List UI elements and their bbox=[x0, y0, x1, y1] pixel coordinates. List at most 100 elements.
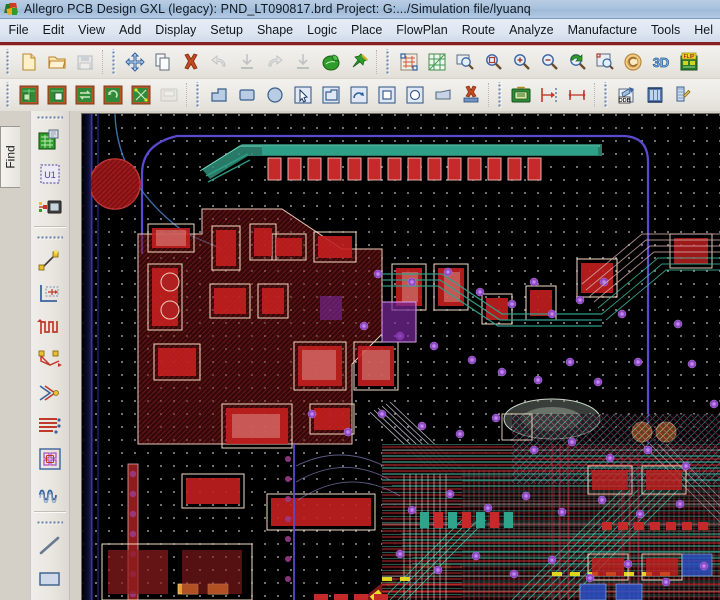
zoom-in-button[interactable] bbox=[508, 49, 534, 75]
place-swap-button[interactable] bbox=[72, 82, 98, 108]
toolbar2-grip[interactable] bbox=[6, 82, 13, 108]
palette-delay-tune-button[interactable] bbox=[34, 311, 66, 343]
palette-add-connect-button[interactable] bbox=[34, 245, 66, 277]
menu-shape[interactable]: Shape bbox=[250, 21, 300, 40]
zoom-out-button[interactable] bbox=[536, 49, 562, 75]
odb-export-button[interactable]: ODB bbox=[614, 82, 640, 108]
palette-add-line-button[interactable] bbox=[34, 530, 66, 562]
menu-manufacture[interactable]: Manufacture bbox=[561, 21, 644, 40]
zoom-by-points-button[interactable] bbox=[452, 49, 478, 75]
toolbar-grip-3[interactable] bbox=[386, 49, 393, 75]
zoom-previous-button[interactable] bbox=[564, 49, 590, 75]
svg-text:U1: U1 bbox=[44, 170, 56, 180]
place-update-button[interactable] bbox=[100, 82, 126, 108]
constraint-manager-button[interactable] bbox=[508, 82, 534, 108]
window-title: Allegro PCB Design GXL (legacy): PND_LT0… bbox=[24, 2, 531, 16]
svg-text:ODB: ODB bbox=[619, 98, 631, 104]
menu-help[interactable]: Hel bbox=[687, 21, 720, 40]
save-file-button[interactable] bbox=[72, 49, 98, 75]
pcb-artwork bbox=[82, 114, 720, 600]
dimension-single-button[interactable] bbox=[536, 82, 562, 108]
palette-add-rectangle-button[interactable] bbox=[34, 563, 66, 595]
shape-void-rect-button[interactable] bbox=[374, 82, 400, 108]
palette-group-route bbox=[31, 231, 69, 508]
refresh-down-button[interactable] bbox=[290, 49, 316, 75]
menu-setup[interactable]: Setup bbox=[203, 21, 250, 40]
palette-grip-1[interactable] bbox=[37, 116, 63, 123]
place-autoplace-button[interactable] bbox=[128, 82, 154, 108]
shape-edit-boundary-button[interactable] bbox=[346, 82, 372, 108]
menu-edit[interactable]: Edit bbox=[36, 21, 72, 40]
palette-grip-2[interactable] bbox=[37, 236, 63, 243]
place-replicate-button[interactable] bbox=[156, 82, 182, 108]
undo-button[interactable] bbox=[206, 49, 232, 75]
palette-grip-3[interactable] bbox=[37, 521, 63, 528]
toolbar2-grip-2[interactable] bbox=[196, 82, 203, 108]
palette-assign-netname-button[interactable] bbox=[34, 191, 66, 223]
redo-down-button[interactable] bbox=[234, 49, 260, 75]
toolbar2-grip-4[interactable] bbox=[604, 82, 611, 108]
pcb-design-canvas[interactable] bbox=[82, 114, 720, 600]
canvas-container bbox=[71, 111, 720, 600]
delete-button[interactable] bbox=[178, 49, 204, 75]
palette-contour-button[interactable] bbox=[34, 443, 66, 475]
svg-text:FLIP: FLIP bbox=[684, 54, 695, 60]
menu-display[interactable]: Display bbox=[148, 21, 203, 40]
shape-compose-button[interactable] bbox=[318, 82, 344, 108]
dimension-double-button[interactable] bbox=[564, 82, 590, 108]
find-panel-tab[interactable]: Find bbox=[0, 126, 20, 188]
shape-circle-button[interactable] bbox=[262, 82, 288, 108]
shape-rectangle-button[interactable] bbox=[234, 82, 260, 108]
move-button[interactable] bbox=[122, 49, 148, 75]
film-control-button[interactable] bbox=[642, 82, 668, 108]
flip-design-button[interactable]: FLIP bbox=[676, 49, 702, 75]
new-file-button[interactable] bbox=[16, 49, 42, 75]
view-3d-button[interactable]: 3D bbox=[648, 49, 674, 75]
redo-button[interactable] bbox=[262, 49, 288, 75]
palette-spread-between-button[interactable] bbox=[34, 476, 66, 508]
palette-group-draw: abc abc bbox=[31, 516, 69, 600]
main-toolbar: 3D FLIP bbox=[0, 45, 720, 78]
menu-add[interactable]: Add bbox=[112, 21, 148, 40]
allegro-logo-icon bbox=[4, 2, 20, 17]
zoom-selection-button[interactable] bbox=[480, 49, 506, 75]
shape-void-circle-button[interactable] bbox=[402, 82, 428, 108]
menu-route[interactable]: Route bbox=[455, 21, 502, 40]
board-left-edge bbox=[82, 114, 91, 600]
menu-tools[interactable]: Tools bbox=[644, 21, 687, 40]
color-button[interactable] bbox=[318, 49, 344, 75]
place-manual-button[interactable] bbox=[16, 82, 42, 108]
menu-bar: File Edit View Add Display Setup Shape L… bbox=[0, 19, 720, 42]
palette-add-text-button[interactable]: abc bbox=[34, 596, 66, 600]
palette-symbol-u1-button[interactable]: U1 bbox=[34, 158, 66, 190]
open-file-button[interactable] bbox=[44, 49, 70, 75]
shape-select-button[interactable] bbox=[290, 82, 316, 108]
pushpin-button[interactable] bbox=[346, 49, 372, 75]
toolbar-grip[interactable] bbox=[6, 49, 13, 75]
menu-place[interactable]: Place bbox=[344, 21, 389, 40]
shape-void-polygon-button[interactable] bbox=[430, 82, 456, 108]
left-tool-palette: U1 bbox=[30, 111, 70, 600]
drill-legend-button[interactable] bbox=[670, 82, 696, 108]
toolbar2-grip-3[interactable] bbox=[498, 82, 505, 108]
zoom-fit-button[interactable] bbox=[396, 49, 422, 75]
menu-flowplan[interactable]: FlowPlan bbox=[389, 21, 454, 40]
zoom-world-button[interactable] bbox=[424, 49, 450, 75]
shape-delete-void-button[interactable] bbox=[458, 82, 484, 108]
title-bar: Allegro PCB Design GXL (legacy): PND_LT0… bbox=[0, 0, 720, 19]
menu-file[interactable]: File bbox=[1, 21, 35, 40]
copy-button[interactable] bbox=[150, 49, 176, 75]
place-quickplace-button[interactable] bbox=[44, 82, 70, 108]
palette-show-element-button[interactable] bbox=[34, 125, 66, 157]
menu-analyze[interactable]: Analyze bbox=[502, 21, 560, 40]
menu-logic[interactable]: Logic bbox=[300, 21, 344, 40]
shape-polygon-button[interactable] bbox=[206, 82, 232, 108]
palette-fanout-button[interactable] bbox=[34, 377, 66, 409]
palette-bus-route-button[interactable] bbox=[34, 410, 66, 442]
palette-custom-smooth-button[interactable] bbox=[34, 344, 66, 376]
redraw-button[interactable] bbox=[620, 49, 646, 75]
toolbar-grip-2[interactable] bbox=[112, 49, 119, 75]
zoom-center-button[interactable] bbox=[592, 49, 618, 75]
menu-view[interactable]: View bbox=[71, 21, 112, 40]
palette-slide-button[interactable] bbox=[34, 278, 66, 310]
